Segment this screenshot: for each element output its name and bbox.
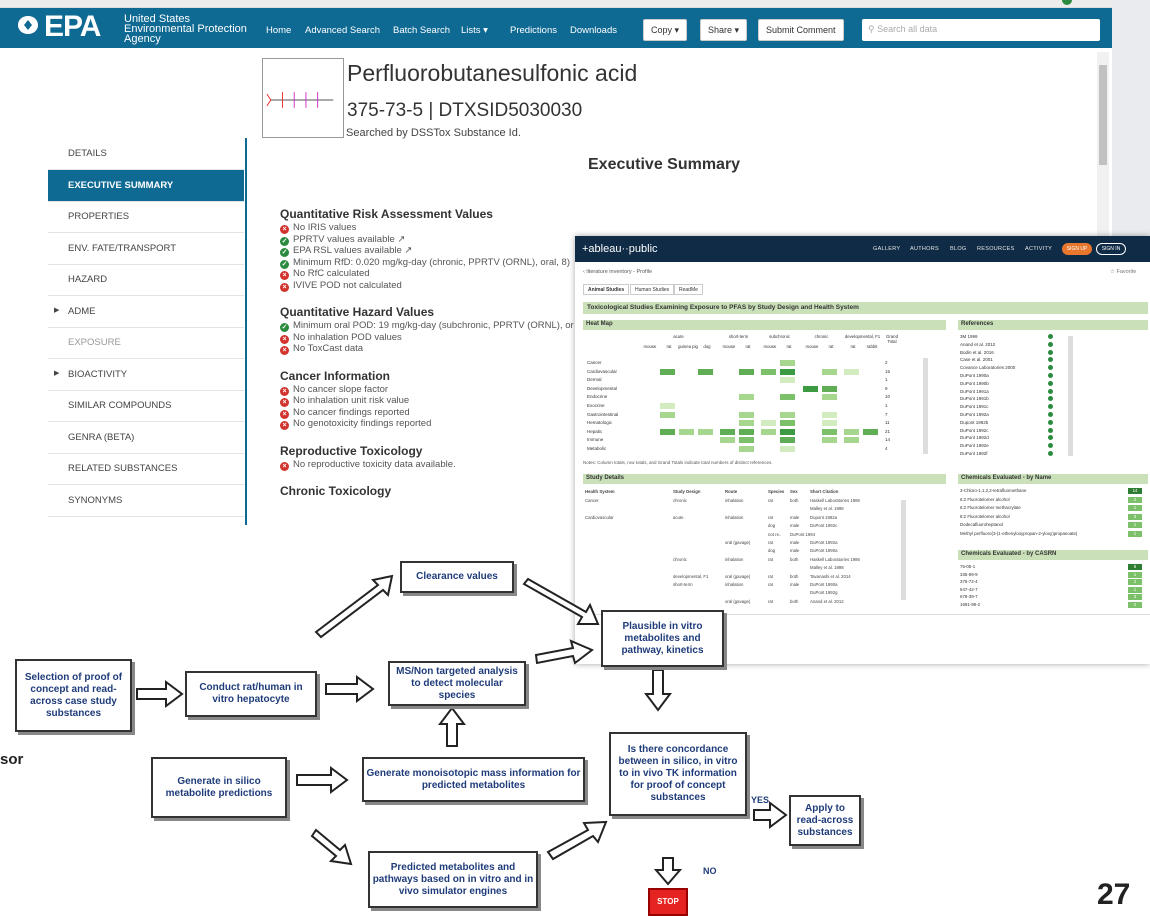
box-conduct-hepatocyte: Conduct rat/human in vitro hepatocyte (185, 671, 317, 717)
arrow-clearance-to-plausible (522, 577, 600, 625)
arrow-selection-to-conduct (136, 680, 184, 708)
arrow-conduct-to-ms (325, 675, 375, 703)
arrow-up-to-ms (438, 706, 466, 747)
arrow-insilico-to-mono (296, 766, 349, 794)
stop-sign: STOP (648, 888, 688, 916)
arrow-down-to-stop (653, 857, 683, 886)
arrow-plausible-to-concordance (644, 669, 672, 712)
box-generate-insilico: Generate in silico metabolite prediction… (151, 757, 287, 818)
box-concordance-question: Is there concordance between in silico, … (609, 732, 747, 816)
box-selection: Selection of proof of concept and read-a… (15, 659, 132, 732)
arrow-predicted-to-concordance (546, 820, 608, 861)
box-predicted-metabolites: Predicted metabolites and pathways based… (368, 851, 538, 908)
no-label: NO (703, 866, 717, 876)
arrow-concordance-to-apply (753, 801, 788, 829)
box-plausible-metabolites: Plausible in vitro metabolites and pathw… (601, 610, 724, 667)
yes-label: YES (751, 795, 770, 805)
box-apply-read-across: Apply to read-across substances (789, 795, 861, 846)
box-generate-mono: Generate monoisotopic mass information f… (362, 757, 585, 802)
arrow-down-to-predicted (310, 828, 353, 866)
box-clearance-values: Clearance values (400, 561, 514, 593)
box-ms-analysis: MS/Non targeted analysis to detect molec… (388, 661, 526, 706)
arrow-to-clearance (314, 574, 394, 639)
arrow-ms-to-plausible (534, 639, 594, 665)
